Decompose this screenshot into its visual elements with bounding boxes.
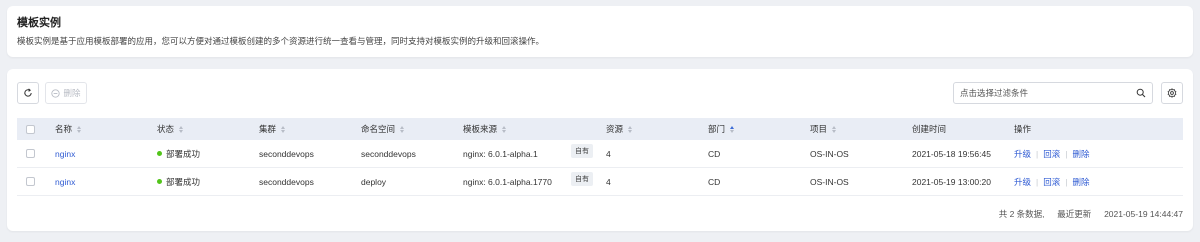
last-updated-time: 2021-05-19 14:44:47 [1104, 209, 1183, 219]
department-cell: CD [708, 148, 721, 159]
table-header: 名称 状态 集群 命名空间 模板来源 资源 部门 项目 创建时间 操作 [17, 118, 1183, 140]
delete-button[interactable]: 删除 [45, 82, 87, 104]
gear-icon [1167, 88, 1177, 98]
row-actions: 升级 | 回滚 | 删除 [1014, 148, 1090, 160]
source-tag: 自有 [571, 143, 593, 158]
department-cell: CD [708, 176, 721, 187]
project-cell: OS-IN-OS [810, 176, 849, 187]
sort-icon [179, 125, 184, 133]
sort-icon [628, 125, 633, 133]
column-header-project[interactable]: 项目 [810, 123, 912, 135]
delete-link[interactable]: 删除 [1072, 176, 1089, 188]
settings-button[interactable] [1161, 82, 1183, 104]
cluster-cell: seconddevops [259, 148, 314, 159]
column-header-name[interactable]: 名称 [55, 123, 157, 135]
upgrade-link[interactable]: 升级 [1014, 176, 1031, 188]
status-dot [157, 151, 162, 156]
sort-icon [502, 125, 507, 133]
sort-icon [77, 125, 82, 133]
created-time-cell: 2021-05-18 19:56:45 [912, 148, 991, 159]
column-header-created[interactable]: 创建时间 [912, 123, 1014, 135]
cluster-cell: seconddevops [259, 176, 314, 187]
sort-active-icon [730, 125, 735, 133]
refresh-icon [24, 88, 32, 97]
total-count: 共 2 条数据, [998, 209, 1045, 219]
delete-link[interactable]: 删除 [1072, 148, 1089, 160]
column-header-source[interactable]: 模板来源 [463, 123, 606, 135]
resources-cell: 4 [606, 176, 611, 187]
rollback-link[interactable]: 回滚 [1043, 148, 1060, 160]
search-icon[interactable] [1136, 88, 1146, 98]
row-checkbox[interactable] [26, 149, 35, 158]
upgrade-link[interactable]: 升级 [1014, 148, 1031, 160]
instance-list-card: 删除 名称 状态 集群 命名空间 模板来源 资源 部门 项目 [7, 69, 1193, 231]
created-time-cell: 2021-05-19 13:00:20 [912, 176, 991, 187]
table-row: nginx 部署成功 seconddevops deploy nginx: 6.… [17, 168, 1183, 196]
namespace-cell: deploy [361, 176, 387, 187]
row-actions: 升级 | 回滚 | 删除 [1014, 176, 1090, 188]
page-title: 模板实例 [17, 17, 61, 29]
status-text: 部署成功 [166, 148, 201, 159]
column-header-cluster[interactable]: 集群 [259, 123, 361, 135]
last-updated-label: 最近更新 [1057, 209, 1092, 219]
delete-button-label: 删除 [63, 88, 81, 98]
namespace-cell: seconddevops [361, 148, 416, 159]
source-tag: 自有 [571, 171, 593, 186]
page-description: 模板实例是基于应用模板部署的应用，您可以方便对通过模板创建的多个资源进行统一查看… [17, 36, 545, 46]
sort-icon [281, 125, 286, 133]
column-header-department[interactable]: 部门 [708, 123, 810, 135]
rollback-link[interactable]: 回滚 [1043, 176, 1060, 188]
sort-icon [832, 125, 837, 133]
column-header-resources[interactable]: 资源 [606, 123, 708, 135]
status-text: 部署成功 [166, 176, 201, 187]
instances-table: 名称 状态 集群 命名空间 模板来源 资源 部门 项目 创建时间 操作 ngin… [17, 118, 1183, 196]
sort-icon [400, 125, 405, 133]
resources-cell: 4 [606, 148, 611, 159]
filter-text-field[interactable] [960, 88, 1136, 98]
row-checkbox[interactable] [26, 177, 35, 186]
filter-input[interactable] [953, 82, 1153, 104]
refresh-button[interactable] [17, 82, 39, 104]
table-footer: 共 2 条数据, 最近更新 2021-05-19 14:44:47 [999, 208, 1183, 220]
source-cell: nginx: 6.0.1-alpha.1770 [463, 176, 552, 187]
minus-circle-icon [51, 88, 61, 98]
column-header-actions: 操作 [1014, 124, 1032, 134]
column-header-status[interactable]: 状态 [157, 123, 259, 135]
instance-name-link[interactable]: nginx [55, 149, 75, 159]
toolbar: 删除 [17, 82, 1183, 104]
page-header: 模板实例 模板实例是基于应用模板部署的应用，您可以方便对通过模板创建的多个资源进… [7, 6, 1193, 57]
column-header-namespace[interactable]: 命名空间 [361, 123, 463, 135]
instance-name-link[interactable]: nginx [55, 177, 75, 187]
table-row: nginx 部署成功 seconddevops seconddevops ngi… [17, 140, 1183, 168]
project-cell: OS-IN-OS [810, 148, 849, 159]
source-cell: nginx: 6.0.1-alpha.1 [463, 148, 538, 159]
status-dot [157, 179, 162, 184]
select-all-checkbox[interactable] [26, 124, 35, 134]
